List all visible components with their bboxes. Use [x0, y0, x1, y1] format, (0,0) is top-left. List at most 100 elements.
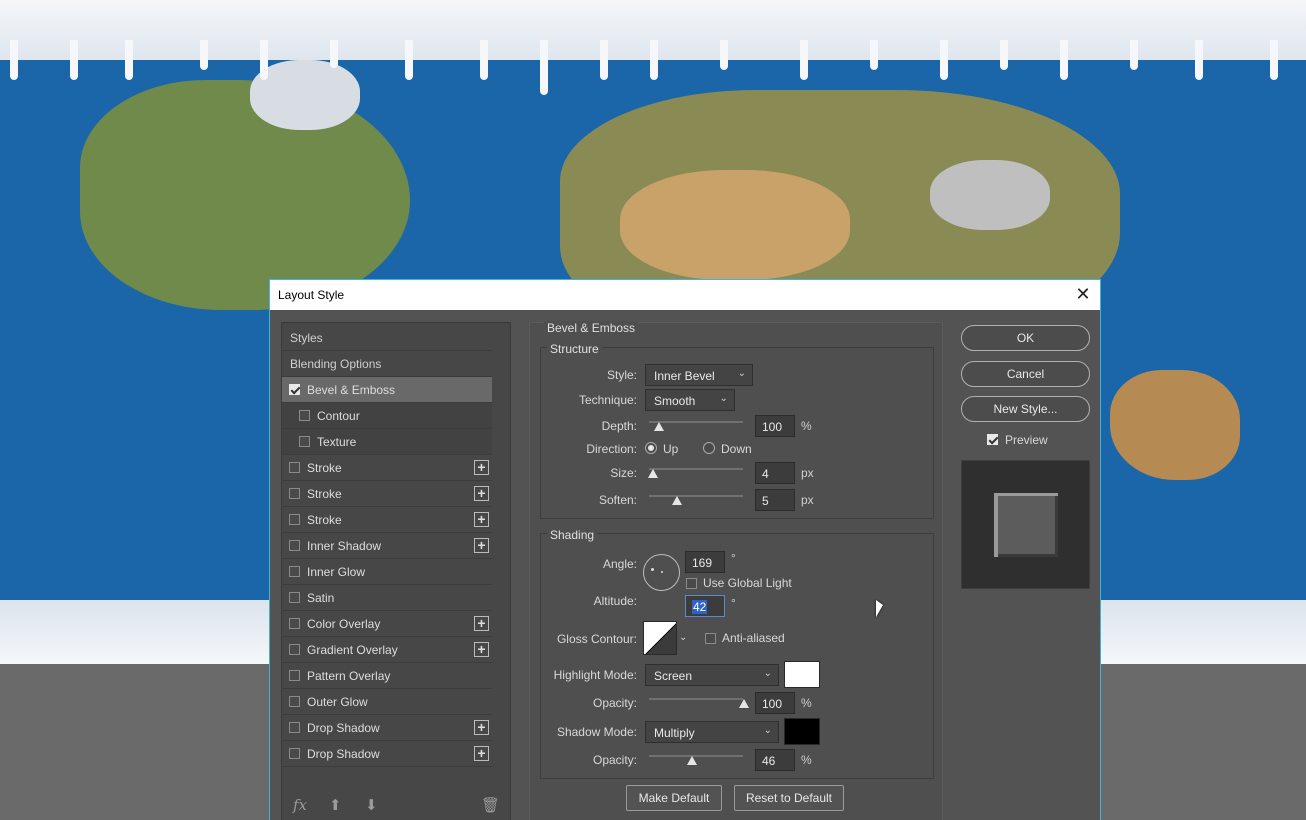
pattern-overlay-checkbox[interactable]: [289, 670, 300, 681]
style-item-stroke[interactable]: Stroke +: [282, 481, 492, 507]
highlight-opacity-label: Opacity:: [592, 696, 637, 710]
texture-checkbox[interactable]: [299, 436, 310, 447]
angle-dial[interactable]: [643, 554, 680, 591]
shadow-mode-select[interactable]: Multiply ⌄: [645, 721, 779, 743]
size-value: 4: [762, 467, 769, 481]
style-item-gradient-overlay[interactable]: Gradient Overlay +: [282, 637, 492, 663]
structure-group: Structure Style: Inner Bevel ⌄ Technique:…: [540, 342, 934, 519]
direction-down-radio[interactable]: [703, 442, 715, 454]
style-item-drop-shadow[interactable]: Drop Shadow +: [282, 715, 492, 741]
style-item-drop-shadow[interactable]: Drop Shadow +: [282, 741, 492, 767]
shadow-opacity-input[interactable]: 46: [755, 749, 795, 771]
highlight-opacity-input[interactable]: 100: [755, 692, 795, 714]
shadow-mode-label: Shadow Mode:: [556, 725, 637, 739]
blending-options-item[interactable]: Blending Options: [282, 351, 492, 377]
style-item-stroke[interactable]: Stroke +: [282, 507, 492, 533]
style-item-texture[interactable]: Texture: [282, 429, 492, 455]
preview-label: Preview: [1005, 433, 1048, 447]
style-item-inner-glow[interactable]: Inner Glow: [282, 559, 492, 585]
style-item-color-overlay[interactable]: Color Overlay +: [282, 611, 492, 637]
layer-style-dialog: Layout Style ✕ Styles Blending Options B…: [269, 279, 1101, 820]
styles-header[interactable]: Styles: [282, 325, 492, 351]
add-icon[interactable]: +: [474, 538, 489, 553]
altitude-input[interactable]: 42: [685, 595, 725, 617]
preview-checkbox[interactable]: [987, 434, 998, 445]
depth-input[interactable]: 100: [755, 415, 795, 437]
style-item-stroke[interactable]: Stroke +: [282, 455, 492, 481]
size-slider-track[interactable]: [649, 468, 743, 470]
styles-footer-toolbar: fx ⬆ ⬇ 🗑: [281, 790, 511, 820]
angle-value: 169: [692, 556, 713, 570]
inner-shadow-checkbox[interactable]: [289, 540, 300, 551]
stroke-checkbox[interactable]: [289, 462, 300, 473]
soften-slider-thumb[interactable]: [672, 496, 682, 505]
soften-slider-track[interactable]: [649, 495, 743, 497]
style-item-outer-glow[interactable]: Outer Glow: [282, 689, 492, 715]
style-item-satin[interactable]: Satin: [282, 585, 492, 611]
trash-icon[interactable]: 🗑: [481, 796, 500, 814]
dialog-title: Layout Style: [278, 288, 345, 302]
style-value: Inner Bevel: [654, 369, 715, 383]
reset-default-button[interactable]: Reset to Default: [734, 785, 844, 811]
add-icon[interactable]: +: [474, 642, 489, 657]
chevron-down-icon: ⌄: [763, 668, 772, 679]
chevron-down-icon: ⌄: [763, 725, 772, 736]
style-item-pattern-overlay[interactable]: Pattern Overlay: [282, 663, 492, 689]
new-style-button[interactable]: New Style...: [961, 396, 1090, 422]
stroke-checkbox[interactable]: [289, 488, 300, 499]
contour-checkbox[interactable]: [299, 410, 310, 421]
add-icon[interactable]: +: [474, 616, 489, 631]
move-down-icon[interactable]: ⬇: [365, 796, 378, 814]
close-icon[interactable]: ✕: [1072, 283, 1094, 305]
add-icon[interactable]: +: [474, 720, 489, 735]
move-up-icon[interactable]: ⬆: [329, 796, 342, 814]
depth-slider-thumb[interactable]: [654, 422, 664, 431]
add-icon[interactable]: +: [474, 746, 489, 761]
stroke-checkbox[interactable]: [289, 514, 300, 525]
add-icon[interactable]: +: [474, 460, 489, 475]
highlight-mode-select[interactable]: Screen ⌄: [645, 664, 779, 686]
add-icon[interactable]: +: [474, 486, 489, 501]
highlight-color-swatch[interactable]: [784, 661, 820, 688]
inner-glow-checkbox[interactable]: [289, 566, 300, 577]
style-select[interactable]: Inner Bevel ⌄: [645, 364, 753, 386]
global-light-checkbox[interactable]: [686, 578, 697, 589]
shadow-opacity-thumb[interactable]: [687, 756, 697, 765]
make-default-button[interactable]: Make Default: [626, 785, 722, 811]
drop-shadow-checkbox[interactable]: [289, 748, 300, 759]
satin-checkbox[interactable]: [289, 592, 300, 603]
style-item-contour[interactable]: Contour: [282, 403, 492, 429]
cancel-button[interactable]: Cancel: [961, 361, 1090, 387]
outer-glow-checkbox[interactable]: [289, 696, 300, 707]
fx-icon[interactable]: fx: [293, 796, 307, 814]
drop-shadow-checkbox[interactable]: [289, 722, 300, 733]
size-slider-thumb[interactable]: [648, 469, 658, 478]
direction-up-radio[interactable]: [645, 442, 657, 454]
chevron-down-icon[interactable]: ⌄: [679, 632, 687, 643]
gradient-overlay-checkbox[interactable]: [289, 644, 300, 655]
global-light-label: Use Global Light: [703, 576, 792, 590]
bevel-checkbox[interactable]: [289, 384, 300, 395]
angle-input[interactable]: 169: [685, 551, 725, 573]
style-item-bevel-emboss[interactable]: Bevel & Emboss: [282, 377, 492, 403]
depth-unit: %: [801, 419, 812, 433]
styles-list: Styles Blending Options Bevel & Emboss C…: [281, 322, 511, 820]
ok-button[interactable]: OK: [961, 325, 1090, 351]
highlight-opacity-track[interactable]: [649, 698, 743, 700]
section-title: Bevel & Emboss: [544, 321, 639, 335]
technique-value: Smooth: [654, 394, 696, 408]
gloss-contour-picker[interactable]: [643, 621, 677, 655]
technique-select[interactable]: Smooth ⌄: [645, 389, 735, 411]
anti-aliased-checkbox[interactable]: [705, 633, 716, 644]
soften-label: Soften:: [598, 493, 637, 507]
add-icon[interactable]: +: [474, 512, 489, 527]
highlight-opacity-thumb[interactable]: [739, 699, 749, 708]
color-overlay-checkbox[interactable]: [289, 618, 300, 629]
shadow-color-swatch[interactable]: [784, 718, 820, 745]
soften-input[interactable]: 5: [755, 489, 795, 511]
altitude-label: Altitude:: [593, 594, 637, 608]
dialog-titlebar: Layout Style ✕: [270, 280, 1100, 310]
highlight-mode-label: Highlight Mode:: [553, 668, 637, 682]
size-input[interactable]: 4: [755, 462, 795, 484]
style-item-inner-shadow[interactable]: Inner Shadow +: [282, 533, 492, 559]
